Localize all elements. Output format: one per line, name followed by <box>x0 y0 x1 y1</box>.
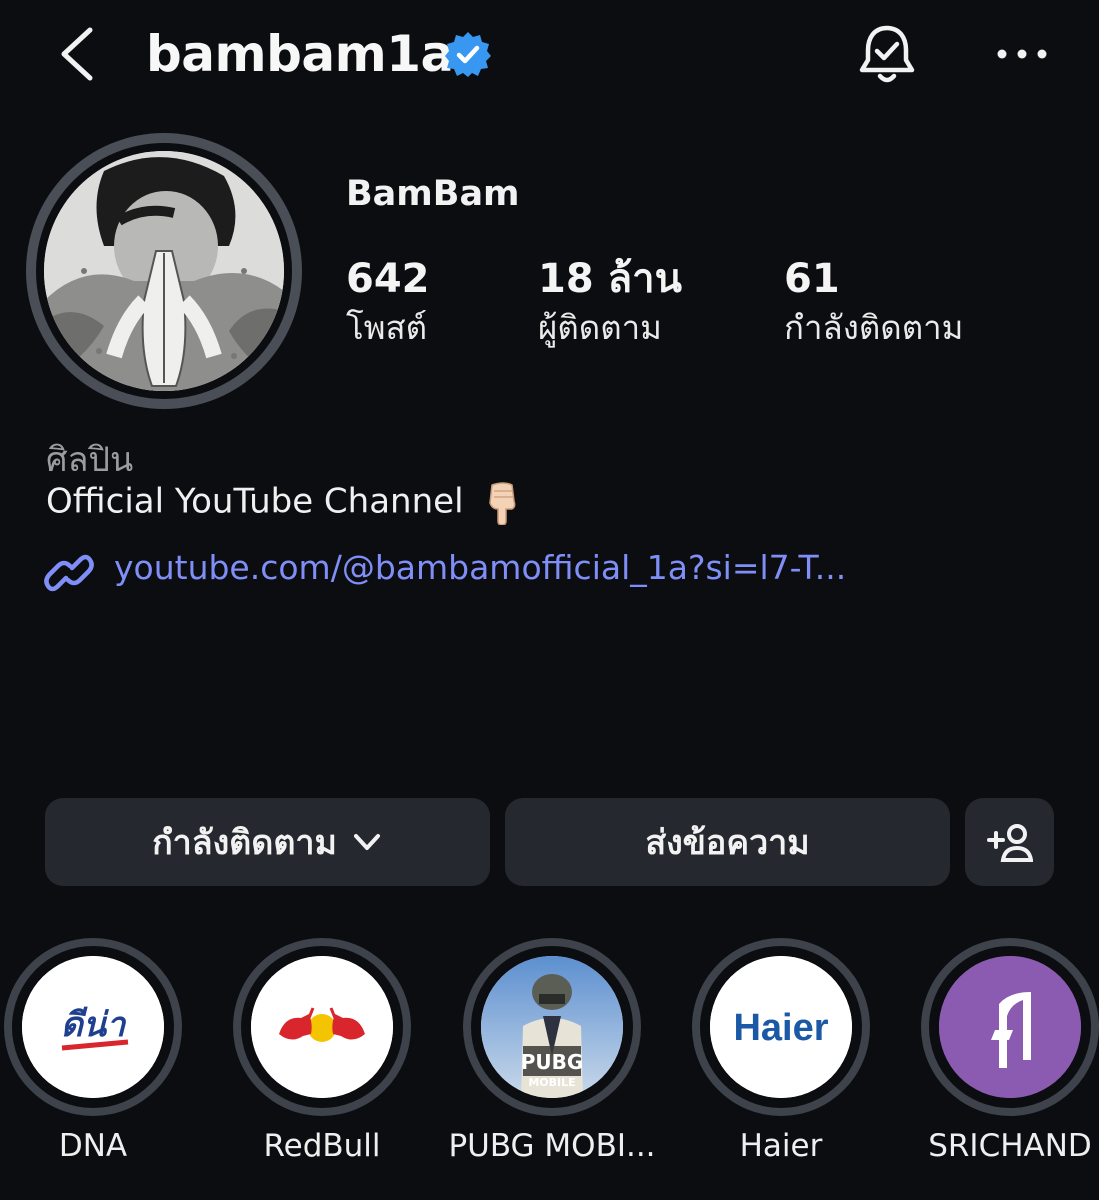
pubg-logo: PUBG MOBILE <box>481 956 623 1098</box>
stat-followers[interactable]: 18 ล้าน ผู้ติดตาม <box>538 254 682 352</box>
bio-text: Official YouTube Channel <box>46 481 464 522</box>
profile-page: bambam1a BamBam 642 โพสต์ 18 ล้าน ผู้ติด… <box>0 0 1099 1200</box>
display-name: BamBam <box>346 174 520 214</box>
followers-label: ผู้ติดตาม <box>538 308 662 347</box>
following-button-label: กำลังติดตาม <box>152 823 337 863</box>
more-options-button[interactable] <box>994 32 1050 76</box>
svg-text:PUBG: PUBG <box>521 1050 584 1074</box>
profile-category: ศิลปิน <box>46 440 134 480</box>
message-button[interactable]: ส่งข้อความ <box>505 798 950 886</box>
highlight-label: RedBull <box>263 1128 381 1164</box>
following-button[interactable]: กำลังติดตาม <box>45 798 490 886</box>
srichand-logo <box>939 956 1081 1098</box>
add-user-button[interactable] <box>965 798 1054 886</box>
highlight-label: DNA <box>58 1128 128 1164</box>
svg-text:MOBILE: MOBILE <box>528 1076 575 1089</box>
followers-count: 18 ล้าน <box>538 256 682 302</box>
highlight-label: Haier <box>739 1128 823 1164</box>
highlight-label: SRICHAND <box>928 1128 1092 1164</box>
add-person-icon <box>986 824 1033 862</box>
bio-line: Official YouTube Channel <box>46 481 522 525</box>
link-icon <box>44 554 94 592</box>
redbull-logo <box>251 956 393 1098</box>
profile-avatar-ring[interactable] <box>26 133 302 409</box>
notifications-button[interactable] <box>854 20 920 90</box>
link-text: youtube.com/@bambamofficial_1a?si=l7-T..… <box>114 548 847 587</box>
highlight-label: PUBG MOBI... <box>448 1128 656 1164</box>
back-arrow-icon <box>61 27 93 81</box>
following-label: กำลังติดตาม <box>784 308 964 347</box>
chevron-down-icon <box>353 834 380 850</box>
profile-username: bambam1a <box>146 25 454 83</box>
posts-count: 642 <box>346 256 430 302</box>
svg-text:Haier: Haier <box>733 1007 828 1049</box>
profile-photo <box>44 151 284 391</box>
dna-logo: ดีน่า <box>22 956 164 1098</box>
avatar[interactable] <box>44 151 284 391</box>
stat-following[interactable]: 61 กำลังติดตาม <box>784 254 963 352</box>
top-bar: bambam1a <box>0 0 1099 110</box>
more-dots-icon <box>997 49 1047 59</box>
posts-label: โพสต์ <box>346 308 428 347</box>
stat-posts[interactable]: 642 โพสต์ <box>346 254 430 352</box>
verified-badge-icon <box>445 32 491 77</box>
message-button-label: ส่งข้อความ <box>645 823 810 863</box>
pointing-down-hand-icon <box>489 482 516 525</box>
following-count: 61 <box>784 256 840 302</box>
back-button[interactable] <box>52 22 112 86</box>
haier-logo: Haier <box>710 956 852 1098</box>
bell-check-icon <box>859 25 915 83</box>
svg-text:ดีน่า: ดีน่า <box>61 1005 127 1045</box>
